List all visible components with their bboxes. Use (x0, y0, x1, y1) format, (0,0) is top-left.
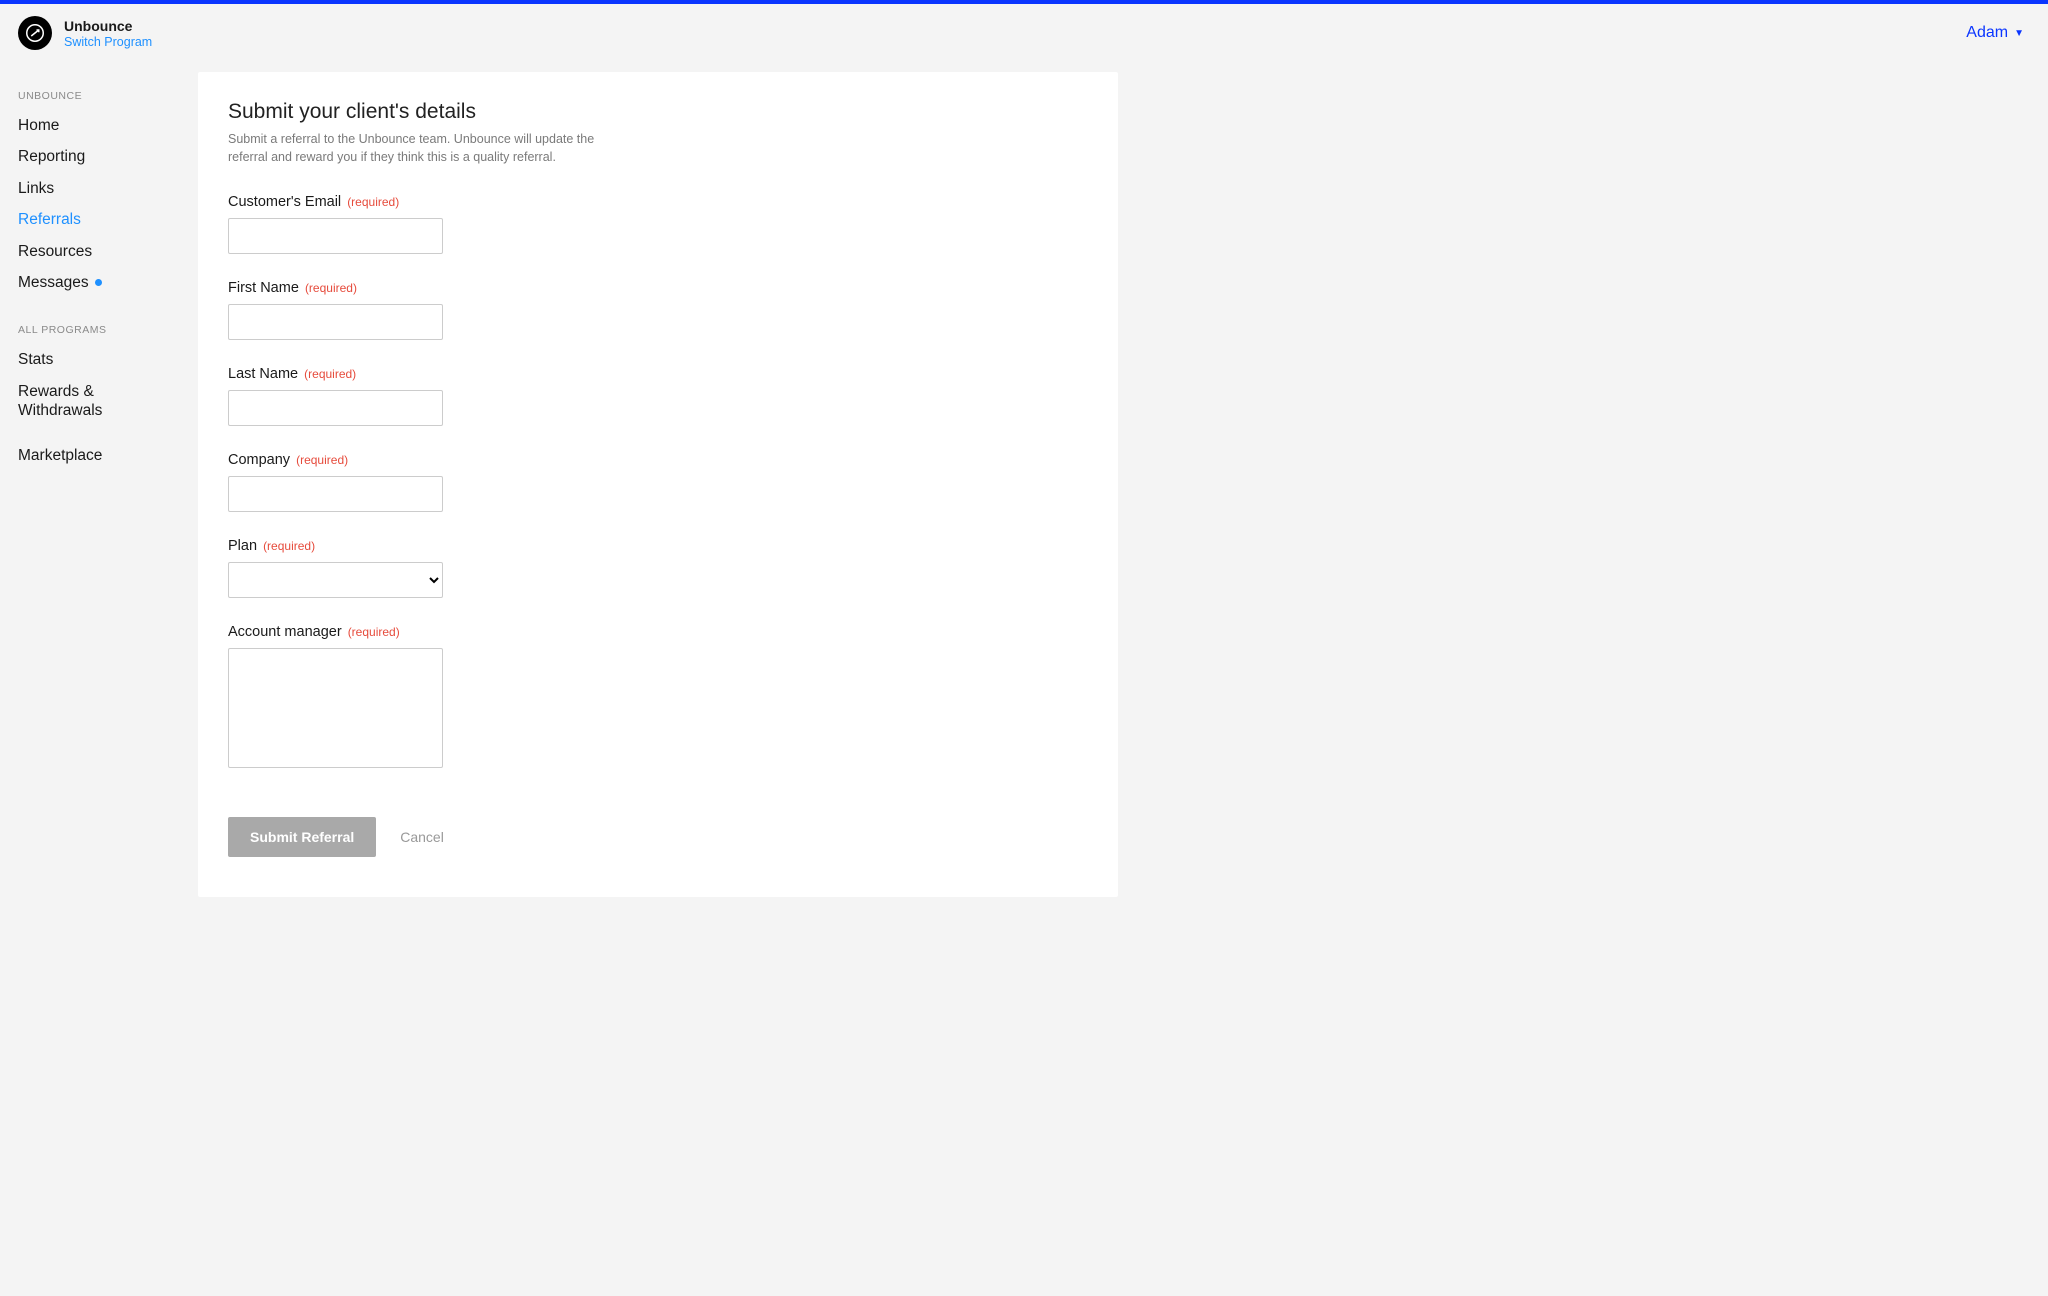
sidebar-section-all-programs: ALL PROGRAMS (18, 324, 168, 336)
caret-down-icon: ▼ (2014, 28, 2024, 39)
page-title: Submit your client's details (228, 100, 1088, 124)
sidebar-item-messages[interactable]: Messages (18, 267, 168, 298)
user-name: Adam (1966, 24, 2008, 42)
sidebar-item-label: Home (18, 116, 59, 135)
sidebar-item-label: Rewards & Withdrawals (18, 382, 168, 421)
label-last-name: Last Name (228, 366, 298, 382)
account-manager-textarea[interactable] (228, 648, 443, 768)
sidebar-item-label: Messages (18, 273, 89, 292)
field-last-name: Last Name (required) (228, 366, 1088, 426)
required-tag: (required) (348, 625, 400, 639)
plan-select[interactable] (228, 562, 443, 598)
main-card: Submit your client's details Submit a re… (198, 72, 1118, 897)
form-actions: Submit Referral Cancel (228, 817, 1088, 857)
sidebar-item-referrals[interactable]: Referrals (18, 204, 168, 235)
page-description: Submit a referral to the Unbounce team. … (228, 130, 628, 166)
field-first-name: First Name (required) (228, 280, 1088, 340)
switch-program-link[interactable]: Switch Program (64, 35, 152, 49)
label-account-manager: Account manager (228, 624, 342, 640)
first-name-input[interactable] (228, 304, 443, 340)
sidebar-item-stats[interactable]: Stats (18, 344, 168, 375)
label-first-name: First Name (228, 280, 299, 296)
required-tag: (required) (296, 453, 348, 467)
sidebar-item-label: Stats (18, 350, 53, 369)
required-tag: (required) (304, 367, 356, 381)
sidebar-item-home[interactable]: Home (18, 110, 168, 141)
sidebar-item-label: Referrals (18, 210, 81, 229)
header: Unbounce Switch Program Adam ▼ (0, 4, 2048, 62)
sidebar-item-resources[interactable]: Resources (18, 236, 168, 267)
field-plan: Plan (required) (228, 538, 1088, 598)
last-name-input[interactable] (228, 390, 443, 426)
sidebar-item-rewards-withdrawals[interactable]: Rewards & Withdrawals (18, 376, 168, 427)
required-tag: (required) (305, 281, 357, 295)
label-email: Customer's Email (228, 194, 341, 210)
cancel-button[interactable]: Cancel (400, 829, 444, 845)
header-brand: Unbounce Switch Program (18, 16, 152, 50)
sidebar-item-label: Reporting (18, 147, 85, 166)
user-menu[interactable]: Adam ▼ (1966, 24, 2024, 42)
submit-referral-button[interactable]: Submit Referral (228, 817, 376, 857)
sidebar-item-label: Links (18, 179, 54, 198)
sidebar-item-reporting[interactable]: Reporting (18, 141, 168, 172)
field-email: Customer's Email (required) (228, 194, 1088, 254)
brand-name: Unbounce (64, 18, 152, 34)
field-company: Company (required) (228, 452, 1088, 512)
unread-dot-icon (95, 279, 102, 286)
sidebar: UNBOUNCE Home Reporting Links Referrals … (18, 62, 168, 472)
label-plan: Plan (228, 538, 257, 554)
unbounce-logo-icon (26, 24, 44, 42)
sidebar-item-links[interactable]: Links (18, 173, 168, 204)
sidebar-section-unbounce: UNBOUNCE (18, 90, 168, 102)
label-company: Company (228, 452, 290, 468)
unbounce-logo (18, 16, 52, 50)
company-input[interactable] (228, 476, 443, 512)
sidebar-item-label: Marketplace (18, 446, 102, 465)
field-account-manager: Account manager (required) (228, 624, 1088, 771)
email-input[interactable] (228, 218, 443, 254)
sidebar-item-marketplace[interactable]: Marketplace (18, 440, 168, 471)
required-tag: (required) (263, 539, 315, 553)
sidebar-item-label: Resources (18, 242, 92, 261)
required-tag: (required) (347, 195, 399, 209)
